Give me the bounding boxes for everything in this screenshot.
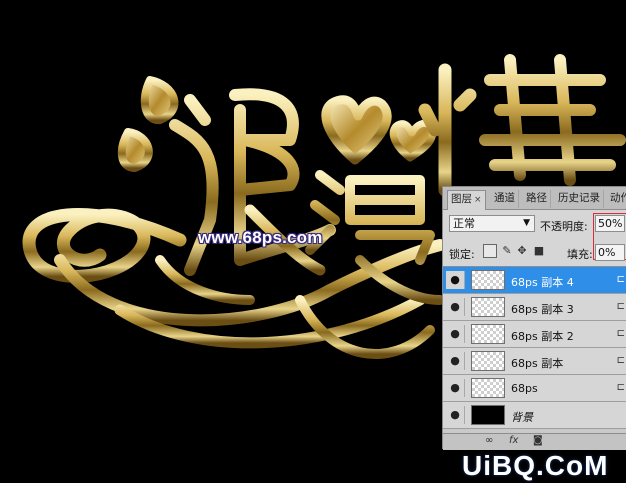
heart-stroke bbox=[321, 95, 392, 165]
lock-icon[interactable]: ■ bbox=[532, 244, 546, 258]
swirl-stroke bbox=[22, 208, 187, 283]
layer-thumbnail bbox=[471, 297, 505, 317]
link-icon: ⊏ bbox=[616, 274, 625, 285]
glyph-stroke bbox=[418, 63, 477, 197]
link-icon: ⊏ bbox=[616, 328, 625, 339]
fill-input[interactable]: 0% bbox=[595, 244, 625, 261]
site-logo-text: UiBQ.CoM bbox=[462, 450, 609, 481]
tab-label: 路径 bbox=[526, 192, 547, 204]
layer-thumbnail bbox=[471, 405, 505, 425]
close-icon[interactable]: × bbox=[474, 195, 482, 205]
layer-thumbnail bbox=[471, 270, 505, 290]
eye-icon[interactable]: ● bbox=[446, 379, 465, 397]
link-layers-icon[interactable]: ∞ bbox=[485, 435, 493, 446]
chevron-down-icon: ▼ bbox=[523, 218, 530, 228]
site-logo: UiBQ.CoM bbox=[462, 446, 626, 483]
link-icon: ⊏ bbox=[616, 355, 625, 366]
tab-label: 历史记录 bbox=[558, 192, 600, 204]
layer-name: 背景 bbox=[511, 411, 533, 424]
brush-icon[interactable]: ✎ bbox=[500, 244, 514, 258]
tab-label: 动作 bbox=[610, 192, 626, 204]
tab-label: 图层 bbox=[451, 193, 472, 205]
layer-row[interactable]: ● 68ps ⊏ bbox=[443, 375, 626, 402]
layer-row[interactable]: ● 68ps 副本 3 ⊏ bbox=[443, 294, 626, 321]
layer-name: 68ps 副本 4 bbox=[511, 276, 574, 289]
move-icon[interactable]: ✥ bbox=[515, 244, 529, 258]
layer-thumbnail bbox=[471, 351, 505, 371]
panel-footer: ∞ fx ◙ bbox=[443, 433, 626, 450]
blend-mode-value: 正常 bbox=[453, 217, 475, 230]
layer-row[interactable]: ● 68ps 副本 4 ⊏ bbox=[443, 267, 626, 294]
layer-thumbnail bbox=[471, 378, 505, 398]
fill-label: 填充: bbox=[567, 248, 593, 261]
layer-row[interactable]: ● 68ps 副本 ⊏ bbox=[443, 348, 626, 375]
tab-layers[interactable]: 图层 × bbox=[447, 190, 486, 210]
tab-channels[interactable]: 通道 bbox=[491, 190, 519, 208]
glyph-stroke bbox=[479, 54, 626, 186]
tab-actions[interactable]: 动作 bbox=[607, 190, 626, 208]
eye-icon[interactable]: ● bbox=[446, 325, 465, 343]
lock-label: 锁定: bbox=[449, 248, 475, 261]
layer-name: 68ps 副本 2 bbox=[511, 330, 574, 343]
glyph-stroke bbox=[345, 175, 445, 305]
tab-label: 通道 bbox=[494, 192, 515, 204]
link-icon: ⊏ bbox=[616, 301, 625, 312]
layer-name: 68ps 副本 bbox=[511, 357, 564, 370]
layer-row[interactable]: ● 68ps 副本 2 ⊏ bbox=[443, 321, 626, 348]
opacity-label: 不透明度: bbox=[540, 220, 588, 233]
drop-stroke bbox=[117, 128, 153, 172]
eye-icon[interactable]: ● bbox=[446, 298, 465, 316]
fx-icon[interactable]: fx bbox=[509, 435, 518, 446]
layer-list: ● 68ps 副本 4 ⊏ ● 68ps 副本 3 ⊏ ● 68ps 副本 2 … bbox=[443, 266, 626, 433]
lock-row: 锁定: ✎ ✥ ■ 填充: 0% bbox=[443, 240, 626, 264]
blend-row: 正常 ▼ 不透明度: 50% bbox=[443, 211, 626, 260]
watermark-url: www.68ps.com bbox=[198, 228, 323, 247]
tab-paths[interactable]: 路径 bbox=[523, 190, 551, 208]
panel-tabs: 图层× 通道 路径 历史记录 动作 bbox=[443, 187, 626, 210]
eye-icon[interactable]: ● bbox=[446, 406, 465, 424]
swirl-stroke bbox=[155, 255, 255, 305]
drop-stroke bbox=[140, 76, 179, 124]
heart-stroke bbox=[389, 119, 436, 162]
layer-thumbnail bbox=[471, 324, 505, 344]
layers-panel: 图层× 通道 路径 历史记录 动作 正常 ▼ 不透明度: 50% 锁定: ✎ ✥… bbox=[442, 186, 626, 450]
eye-icon[interactable]: ● bbox=[446, 352, 465, 370]
eye-icon[interactable]: ● bbox=[446, 271, 465, 289]
layer-row[interactable]: ● 背景 bbox=[443, 402, 626, 429]
mask-icon[interactable]: ◙ bbox=[533, 435, 543, 446]
layer-name: 68ps bbox=[511, 382, 538, 395]
link-icon: ⊏ bbox=[616, 382, 625, 393]
lock-transparency-icon[interactable] bbox=[483, 244, 497, 258]
blend-mode-select[interactable]: 正常 ▼ bbox=[449, 215, 535, 232]
tab-history[interactable]: 历史记录 bbox=[555, 190, 604, 208]
layer-name: 68ps 副本 3 bbox=[511, 303, 574, 316]
